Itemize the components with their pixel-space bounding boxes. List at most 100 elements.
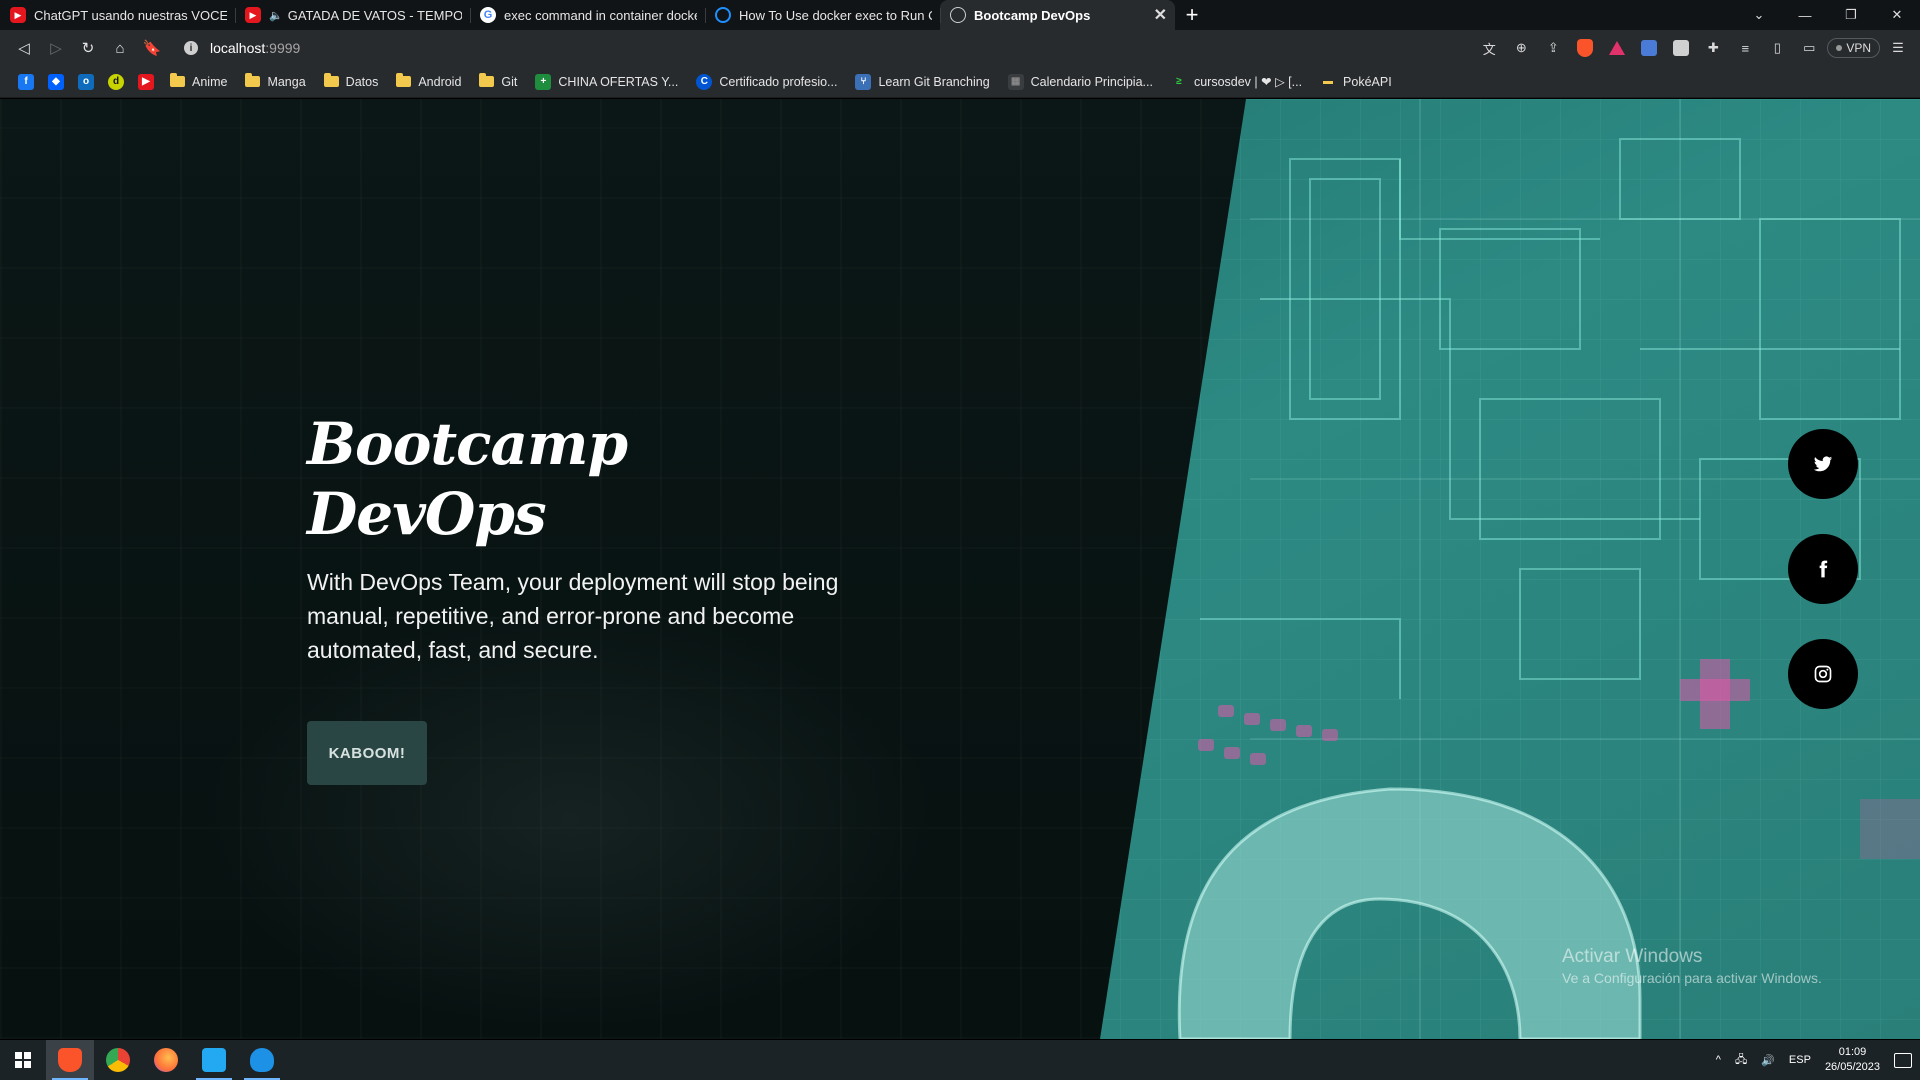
bookmark-label: Certificado profesio... bbox=[719, 74, 838, 89]
folder-icon bbox=[396, 73, 412, 87]
clock[interactable]: 01:09 26/05/2023 bbox=[1825, 1045, 1880, 1075]
bookmark-folder-android[interactable]: Android bbox=[388, 70, 469, 94]
taskbar-docker[interactable] bbox=[238, 1040, 286, 1080]
windows-taskbar: ^ 🖧 🔊 ESP 01:09 26/05/2023 bbox=[0, 1040, 1920, 1080]
tab-bootcamp-devops[interactable]: Bootcamp DevOps ✕ bbox=[940, 0, 1175, 30]
taskbar-vscode[interactable] bbox=[190, 1040, 238, 1080]
bookmark-label: cursosdev | ❤ ▷ [... bbox=[1193, 75, 1303, 89]
bookmark-folder-datos[interactable]: Datos bbox=[316, 70, 387, 94]
bookmark-dropbox[interactable]: ◆ bbox=[42, 71, 70, 93]
extension-icon[interactable] bbox=[1667, 34, 1695, 62]
bookmark-outlook[interactable]: o bbox=[72, 71, 100, 93]
speaker-icon[interactable]: 🔈 bbox=[269, 9, 283, 22]
chrome-icon bbox=[106, 1048, 130, 1072]
bookmark-pokeapi[interactable]: ▬ PokéAPI bbox=[1312, 70, 1400, 94]
tab-title: ChatGPT usando nuestras VOCES CLO bbox=[34, 7, 227, 23]
wallet-icon[interactable]: ▭ bbox=[1795, 34, 1823, 62]
translate-extension-icon[interactable] bbox=[1635, 34, 1663, 62]
youtube-icon: ▶ bbox=[138, 73, 154, 90]
bookmark-label: Datos bbox=[345, 74, 379, 89]
bookmark-calendario[interactable]: ▦ Calendario Principia... bbox=[1000, 70, 1161, 94]
bookmark-cursosdev[interactable]: ≥ cursosdev | ❤ ▷ [... bbox=[1163, 70, 1310, 94]
tab-google-search[interactable]: G exec command in container docker ng bbox=[470, 0, 705, 30]
url-port: :9999 bbox=[265, 40, 301, 56]
bookmark-folder-git[interactable]: Git bbox=[471, 70, 525, 94]
vpn-status-dot bbox=[1836, 45, 1843, 51]
bookmark-youtube[interactable]: ▶ bbox=[132, 71, 160, 93]
extensions-puzzle-icon[interactable]: ✚ bbox=[1699, 34, 1727, 62]
tab-search-icon[interactable]: ⌄ bbox=[1736, 0, 1782, 30]
taskbar-firefox[interactable] bbox=[142, 1040, 190, 1080]
home-button[interactable]: ⌂ bbox=[104, 32, 136, 64]
bookmark-icon[interactable]: 🔖 bbox=[136, 32, 168, 64]
vpn-label: VPN bbox=[1846, 41, 1871, 55]
tab-chatgpt-video[interactable]: ▶ ChatGPT usando nuestras VOCES CLO bbox=[0, 0, 235, 30]
network-icon[interactable]: 🖧 bbox=[1735, 1051, 1747, 1070]
youtube-icon: ▶ bbox=[245, 7, 261, 23]
site-info-icon[interactable]: i bbox=[184, 41, 198, 55]
hero-title: Bootcamp DevOps bbox=[307, 410, 628, 548]
window-controls: ⌄ — ❐ ✕ bbox=[1736, 0, 1920, 30]
bookmark-folder-anime[interactable]: Anime bbox=[162, 70, 235, 94]
minimize-button[interactable]: — bbox=[1782, 0, 1828, 30]
zoom-icon[interactable]: ⊕ bbox=[1507, 34, 1535, 62]
sheets-icon: + bbox=[535, 73, 552, 90]
hero-section: Bootcamp DevOps With DevOps Team, your d… bbox=[307, 409, 867, 785]
forward-button[interactable]: ▷ bbox=[40, 32, 72, 64]
brave-rewards-icon[interactable] bbox=[1603, 34, 1631, 62]
git-branch-icon: ⑂ bbox=[855, 73, 872, 90]
windows-activation-watermark: Activar Windows Ve a Configuración para … bbox=[1562, 946, 1822, 986]
reload-button[interactable]: ↻ bbox=[72, 32, 104, 64]
hero-description: With DevOps Team, your deployment will s… bbox=[307, 569, 839, 663]
toolbar-actions: 文 ⊕ ⇪ ✚ ≡ ▯ ▭ VPN ☰ bbox=[1475, 34, 1912, 62]
system-tray: ^ 🖧 🔊 ESP 01:09 26/05/2023 bbox=[1716, 1045, 1920, 1075]
youtube-icon: ▶ bbox=[10, 7, 26, 23]
bookmark-certificado[interactable]: C Certificado profesio... bbox=[688, 70, 845, 94]
instagram-link[interactable] bbox=[1788, 639, 1858, 709]
new-tab-button[interactable]: + bbox=[1175, 0, 1209, 30]
brave-icon bbox=[58, 1048, 82, 1072]
address-bar[interactable]: i localhost:9999 bbox=[174, 34, 1414, 62]
tab-title: How To Use docker exec to Run Comm bbox=[739, 7, 932, 23]
kaboom-button[interactable]: KABOOM! bbox=[307, 721, 427, 785]
restore-button[interactable]: ❐ bbox=[1828, 0, 1874, 30]
facebook-icon: f bbox=[18, 73, 34, 90]
firefox-icon bbox=[154, 1048, 178, 1072]
bookmark-china-ofertas[interactable]: + CHINA OFERTAS Y... bbox=[527, 70, 686, 94]
menu-icon[interactable]: ☰ bbox=[1884, 34, 1912, 62]
vscode-icon bbox=[202, 1048, 226, 1072]
bookmarks-bar: f ◆ o d ▶ Anime Manga Datos Android Git … bbox=[0, 66, 1920, 98]
bookmark-facebook[interactable]: f bbox=[12, 71, 40, 93]
brave-shields-icon[interactable] bbox=[1571, 34, 1599, 62]
close-tab-icon[interactable]: ✕ bbox=[1154, 5, 1167, 25]
browser-toolbar: ◁ ▷ ↻ ⌂ 🔖 i localhost:9999 文 ⊕ ⇪ ✚ ≡ ▯ ▭… bbox=[0, 30, 1920, 66]
watermark-title: Activar Windows bbox=[1562, 946, 1703, 967]
show-hidden-icons-icon[interactable]: ^ bbox=[1716, 1054, 1721, 1066]
volume-icon[interactable]: 🔊 bbox=[1761, 1054, 1775, 1067]
translate-icon[interactable]: 文 bbox=[1475, 34, 1503, 62]
tab-gatada-video[interactable]: ▶ 🔈 GATADA DE VATOS - TEMPORADA bbox=[235, 0, 470, 30]
start-button[interactable] bbox=[0, 1040, 46, 1080]
close-window-button[interactable]: ✕ bbox=[1874, 0, 1920, 30]
sidebar-icon[interactable]: ▯ bbox=[1763, 34, 1791, 62]
bookmark-d[interactable]: d bbox=[102, 71, 130, 93]
notifications-icon[interactable] bbox=[1894, 1052, 1912, 1068]
digitalocean-icon bbox=[715, 7, 731, 23]
bookmark-label: CHINA OFERTAS Y... bbox=[558, 74, 679, 89]
vpn-button[interactable]: VPN bbox=[1827, 38, 1880, 58]
share-icon[interactable]: ⇪ bbox=[1539, 34, 1567, 62]
taskbar-chrome[interactable] bbox=[94, 1040, 142, 1080]
twitter-icon bbox=[1813, 456, 1833, 472]
tab-digitalocean-article[interactable]: How To Use docker exec to Run Comm bbox=[705, 0, 940, 30]
language-indicator[interactable]: ESP bbox=[1789, 1054, 1811, 1066]
bookmark-folder-manga[interactable]: Manga bbox=[237, 70, 313, 94]
twitter-link[interactable] bbox=[1788, 429, 1858, 499]
facebook-link[interactable] bbox=[1788, 534, 1858, 604]
bookmark-label: Android bbox=[418, 74, 462, 89]
back-button[interactable]: ◁ bbox=[8, 32, 40, 64]
bookmark-learn-git[interactable]: ⑂ Learn Git Branching bbox=[847, 70, 997, 94]
tab-title: Bootcamp DevOps bbox=[974, 7, 1091, 23]
d-logo-icon: d bbox=[108, 73, 124, 90]
playlist-icon[interactable]: ≡ bbox=[1731, 34, 1759, 62]
taskbar-brave[interactable] bbox=[46, 1040, 94, 1080]
